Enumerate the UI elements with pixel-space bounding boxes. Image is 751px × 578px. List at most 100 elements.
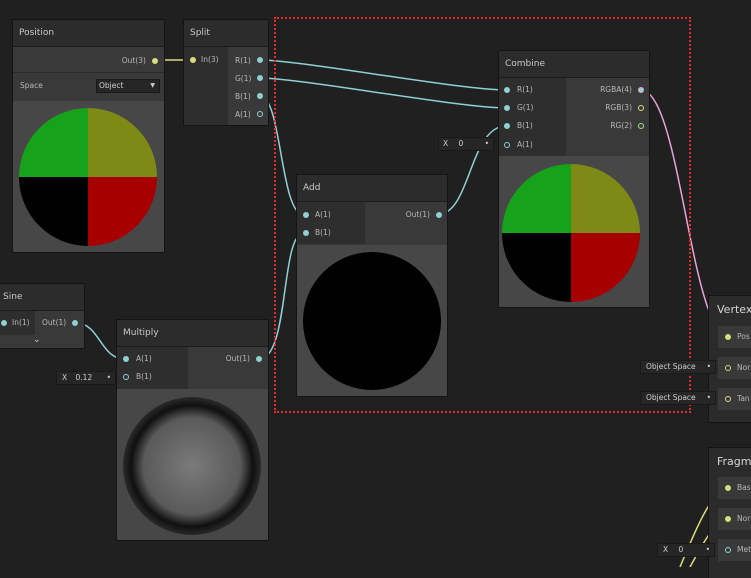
input-port-tangent[interactable] [725,396,731,402]
preview-sphere [19,108,157,246]
fragment-row-base[interactable]: Bas [718,477,751,499]
multiply-b-value-field[interactable]: X 0.12 • [56,371,116,385]
output-port-label-r: R(1) [235,56,251,65]
x-label: X [663,545,669,554]
combine-node[interactable]: Combine R(1) G(1) B(1) A(1) RGBA(4) RGB(… [499,51,649,307]
space-dropdown[interactable]: Object ▼ [96,79,160,93]
input-port-in[interactable] [190,57,196,63]
handle-icon: • [484,139,489,148]
input-port-b[interactable] [123,374,129,380]
handle-icon: • [705,545,710,554]
met-value: 0 [678,545,684,554]
row-label: Pos [737,332,750,341]
handle-icon: • [106,373,111,382]
multiply-node[interactable]: Multiply A(1) B(1) Out(1) [117,320,268,540]
output-port-out[interactable] [72,320,78,326]
output-port-a[interactable] [257,111,263,117]
x-label: X [443,139,449,148]
input-port-label-g: G(1) [517,103,534,112]
chevron-down-icon[interactable]: ⌄ [33,335,41,345]
input-port-position[interactable] [725,334,731,340]
position-node[interactable]: Position Out(3) Space Object ▼ [13,20,164,252]
vertex-row-position[interactable]: Pos [718,326,751,348]
x-label: X [62,373,68,382]
input-port-label-b: B(1) [315,228,331,237]
input-port-a[interactable] [504,142,510,148]
row-label: Met [737,545,751,554]
input-port-b[interactable] [504,123,510,129]
output-port-rgba[interactable] [638,87,644,93]
node-title[interactable]: Sine [0,284,84,311]
output-port-r[interactable] [257,57,263,63]
output-port-out[interactable] [152,58,158,64]
output-port-label: Out(1) [405,210,430,219]
input-port-b[interactable] [303,230,309,236]
vertex-row-normal[interactable]: Nor [718,357,751,379]
output-port-b[interactable] [257,93,263,99]
combine-a-value-field[interactable]: X 0 • [438,137,494,151]
space-label: Space [20,81,43,90]
fragment-row-normal[interactable]: Nor [718,508,751,530]
output-port-label-rg: RG(2) [610,121,632,130]
row-label: Bas [737,483,751,492]
input-port-label: In(1) [12,318,30,327]
output-port-rg[interactable] [638,123,644,129]
node-title[interactable]: Combine [499,51,649,78]
output-port-label-a: A(1) [235,110,251,119]
a-value: 0 [458,139,464,148]
b-value: 0.12 [75,373,93,382]
input-port-label-a: A(1) [136,354,152,363]
input-port-label-a: A(1) [315,210,331,219]
normal-space-field[interactable]: Object Space • [640,360,716,374]
handle-icon: • [706,393,711,402]
split-node[interactable]: Split In(3) R(1) G(1) B(1) A(1) [184,20,268,125]
input-port-label-a: A(1) [517,140,533,149]
input-port-a[interactable] [303,212,309,218]
input-port-label-b: B(1) [136,372,152,381]
input-port-g[interactable] [504,105,510,111]
add-node[interactable]: Add A(1) B(1) Out(1) [297,175,447,396]
preview-sphere [502,164,640,302]
row-label: Nor [737,514,751,523]
chevron-down-icon: ▼ [150,82,155,89]
input-port-label-b: B(1) [517,121,533,130]
node-preview [499,156,649,307]
vertex-row-tangent[interactable]: Tan [718,388,751,410]
output-port-out[interactable] [436,212,442,218]
node-preview [117,389,268,540]
node-preview [13,101,164,252]
metallic-value-field[interactable]: X 0 • [657,543,715,557]
output-port-rgb[interactable] [638,105,644,111]
space-value: Object Space [646,362,696,371]
input-port-normal[interactable] [725,365,731,371]
input-port-in[interactable] [1,320,7,326]
node-title[interactable]: Position [13,20,164,47]
node-title[interactable]: Vertex [717,303,751,316]
input-port-base[interactable] [725,485,731,491]
preview-sphere [123,397,261,535]
output-port-label-rgba: RGBA(4) [600,85,632,94]
input-port-label-r: R(1) [517,85,533,94]
input-port-r[interactable] [504,87,510,93]
output-port-label-b: B(1) [235,92,251,101]
tangent-space-field[interactable]: Object Space • [640,391,716,405]
input-port-label: In(3) [201,55,219,64]
space-value: Object Space [646,393,696,402]
input-port-a[interactable] [123,356,129,362]
fragment-row-metallic[interactable]: Met [718,539,751,561]
output-port-label-rgb: RGB(3) [605,103,632,112]
preview-sphere [303,252,441,390]
node-title[interactable]: Fragm [717,455,751,468]
sine-node[interactable]: Sine In(1) Out(1) ⌄ [0,284,84,348]
input-port-metallic[interactable] [725,547,731,553]
output-port-g[interactable] [257,75,263,81]
fragment-block[interactable]: Fragm Bas Nor Met [709,448,751,578]
node-title[interactable]: Multiply [117,320,268,347]
node-preview [297,245,447,396]
output-port-label: Out(3) [121,56,146,65]
output-port-label: Out(1) [225,354,250,363]
node-title[interactable]: Split [184,20,268,47]
input-port-normal[interactable] [725,516,731,522]
node-title[interactable]: Add [297,175,447,202]
output-port-out[interactable] [256,356,262,362]
